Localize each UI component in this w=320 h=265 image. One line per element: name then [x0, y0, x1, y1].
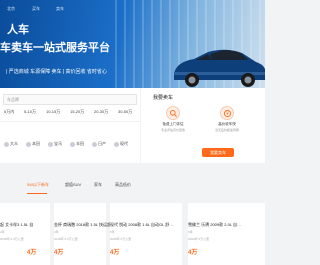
car-age: 5年 [188, 230, 193, 234]
car-age: 4年 [54, 230, 59, 234]
car-price: 4万 [27, 250, 37, 256]
car-price: 4万 [110, 250, 120, 256]
hero-title-line2: 车卖车一站式服务平台 [0, 42, 110, 54]
price-filter[interactable]: 5-10万 [24, 109, 36, 115]
car-name: 起 艾卡伴3 1.5L 自 [0, 222, 34, 227]
tab-value-suv[interactable]: 超值SUV [65, 182, 81, 188]
tab-family-car[interactable]: 家车 [94, 182, 102, 188]
car-price: 4万 [54, 250, 64, 256]
brand-label: 现代 [120, 141, 128, 146]
car-card[interactable]: 雪佛兰 乐骋 2009款 2.0L 自… 5年 2009年 5万公里 4万 [188, 203, 265, 265]
service-subtitle: 当天签约极速到账 [214, 128, 239, 132]
car-name: 现代 悦动 2008款 1.6L 自动GL 舒… [110, 222, 174, 227]
price-filter[interactable]: 15-20万 [70, 109, 84, 115]
price-filter[interactable]: 20-30万 [94, 109, 108, 115]
car-category-tabs: 5W以下新车 超值SUV 家车 高品低价 [0, 179, 265, 193]
service-item: 免费上门评估 专业评估高价回收 [153, 106, 193, 136]
car-card[interactable]: 现代 悦动 2008款 1.6L 自动GL 舒… 5年 2008年 5万公里 4… [110, 203, 182, 265]
nav-sell[interactable]: 卖车 [56, 6, 64, 12]
service-title: 高价收车快 [218, 122, 236, 126]
brand-logo-icon [48, 141, 53, 147]
brand-filter[interactable]: 宝马 [48, 140, 62, 148]
sell-car-button[interactable]: 我要卖车 [202, 148, 234, 157]
service-title: 免费上门评估 [162, 122, 184, 126]
brand-label: 宝马 [54, 141, 62, 146]
brand-filter[interactable]: 丰田 [70, 140, 84, 148]
top-nav: 北京 买车 卖车 [0, 6, 265, 16]
tab-under-5w[interactable]: 5W以下新车 [27, 182, 49, 188]
hero-tagline: | 严选商城 车源保障 卖车 | 高价回收 省时省心 [6, 69, 107, 75]
nav-city[interactable]: 北京 [7, 6, 15, 12]
car-age: 4年 [0, 230, 5, 234]
brand-logo-icon [92, 141, 97, 147]
car-card[interactable]: 起 艾卡伴3 1.5L 自 4年 2018年 5.3万公里 4万 [0, 203, 50, 265]
price-filter[interactable]: 5万内 [4, 109, 14, 115]
car-list: 起 艾卡伴3 1.5L 自 4年 2018年 5.3万公里 4万 金杯 商瑞胞 … [0, 203, 265, 265]
nav-buy[interactable]: 买车 [32, 6, 40, 12]
brand-logo-icon [70, 141, 75, 147]
hero-banner: 北京 买车 卖车 人车 车卖车一站式服务平台 | 严选商城 车源保障 卖车 | … [0, 0, 265, 88]
price-filter[interactable]: 30-50万 [118, 109, 132, 115]
brand-label: 本田 [32, 141, 40, 146]
sell-title: 我要卖车 [153, 95, 174, 101]
brand-logo-icon [114, 141, 119, 147]
car-price: 4万 [188, 250, 198, 256]
brand-label: 丰田 [76, 141, 84, 146]
brand-label: 日产 [98, 141, 106, 146]
brand-label: 大众 [10, 141, 18, 146]
brand-logo-icon [26, 141, 31, 147]
hero-title-line1: 人车 [7, 24, 29, 36]
service-subtitle: 专业评估高价回收 [160, 128, 185, 132]
brand-filter-row: 大众 本田 宝马 丰田 日产 现代 [0, 140, 140, 150]
active-tab-indicator [27, 193, 47, 194]
service-item: ¥ 高价收车快 当天签约极速到账 [207, 106, 247, 136]
car-name: 金杯 商瑞胞 2018款 1.5L 快运舒… [54, 222, 115, 227]
brand-filter[interactable]: 大众 [4, 140, 18, 148]
tab-quality-low-price[interactable]: 高品低价 [115, 182, 131, 188]
money-icon: ¥ [220, 106, 234, 120]
car-meta: 2018年 5.3万公里 [0, 237, 24, 241]
car-meta: 2018年 5.3万公里 [54, 237, 78, 241]
price-filter-row: 5万内 5-10万 10-15万 15-20万 20-30万 30-50万 [0, 109, 140, 119]
inspection-icon [166, 106, 180, 120]
brand-filter[interactable]: 现代 [114, 140, 128, 148]
brand-filter[interactable]: 本田 [26, 140, 40, 148]
car-age: 5年 [110, 230, 115, 234]
car-meta: 2008年 5万公里 [110, 237, 132, 241]
price-filter[interactable]: 10-15万 [46, 109, 60, 115]
svg-text:¥: ¥ [226, 111, 229, 116]
car-image [174, 49, 265, 87]
car-card[interactable]: 金杯 商瑞胞 2018款 1.5L 快运舒… 4年 2018年 5.3万公里 4… [54, 203, 115, 265]
brand-logo-icon [4, 141, 9, 147]
search-input[interactable]: 车品牌 [3, 94, 137, 105]
sell-car-panel: 我要卖车 免费上门评估 专业评估高价回收 ¥ 高价收车快 当天签约极速到账 我要… [141, 88, 265, 163]
car-name: 雪佛兰 乐骋 2009款 2.0L 自… [188, 222, 241, 227]
car-meta: 2009年 5万公里 [188, 237, 210, 241]
search-placeholder: 车品牌 [7, 97, 19, 102]
brand-filter[interactable]: 日产 [92, 140, 106, 148]
search-panel: 车品牌 5万内 5-10万 10-15万 15-20万 20-30万 30-50… [0, 88, 140, 163]
divider [0, 121, 140, 122]
